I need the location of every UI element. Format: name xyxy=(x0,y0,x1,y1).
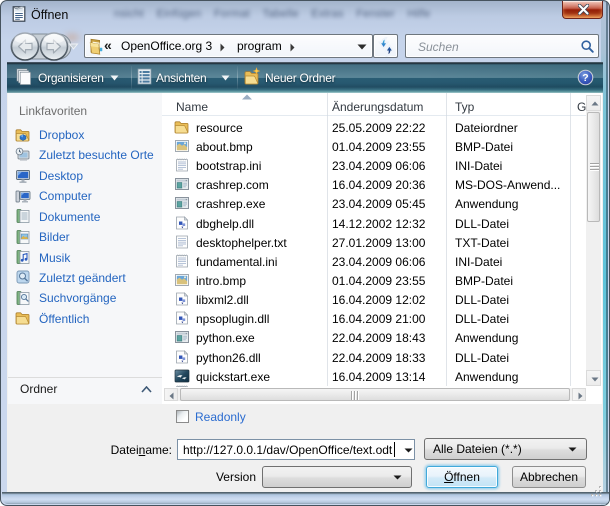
svg-text:?: ? xyxy=(582,72,588,84)
